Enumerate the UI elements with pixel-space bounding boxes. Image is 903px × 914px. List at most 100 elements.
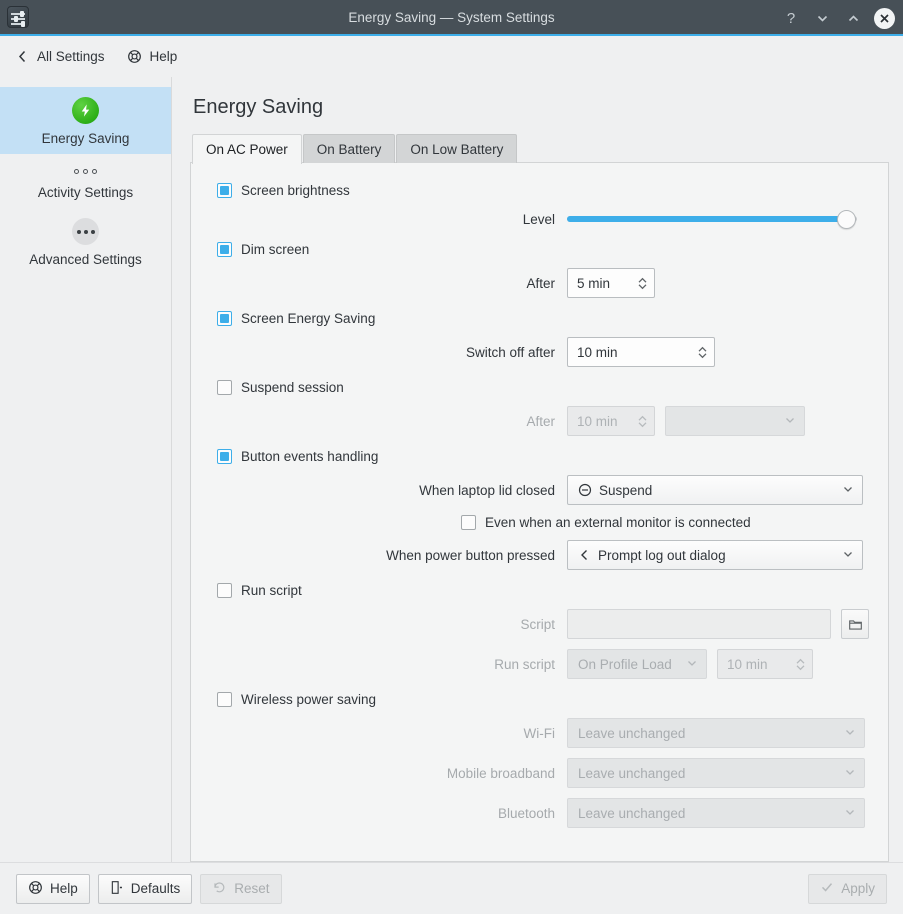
- document-revert-icon: [110, 880, 124, 898]
- system-settings-icon: [7, 6, 29, 28]
- all-settings-label: All Settings: [37, 49, 105, 64]
- reset-button: Reset: [200, 874, 281, 904]
- run-script-checkbox-row[interactable]: Run script: [205, 577, 872, 604]
- screen-brightness-label: Screen brightness: [241, 183, 350, 198]
- button-events-checkbox-row[interactable]: Button events handling: [205, 443, 872, 470]
- power-button-combobox[interactable]: Prompt log out dialog: [567, 540, 863, 570]
- chevron-down-icon: [842, 483, 854, 498]
- page-title: Energy Saving: [193, 96, 889, 119]
- brightness-slider[interactable]: [567, 209, 857, 229]
- wireless-checkbox-row[interactable]: Wireless power saving: [205, 686, 872, 713]
- laptop-lid-value: Suspend: [599, 483, 835, 498]
- help-icon[interactable]: ?: [781, 8, 801, 28]
- screen-brightness-checkbox[interactable]: [217, 183, 232, 198]
- dim-after-value: 5 min: [577, 276, 637, 291]
- wifi-row: Wi-Fi Leave unchanged: [205, 713, 872, 753]
- sidebar-item-label: Energy Saving: [42, 131, 130, 146]
- dim-screen-checkbox-row[interactable]: Dim screen: [205, 236, 872, 263]
- wifi-label: Wi-Fi: [205, 726, 557, 741]
- footer-button-bar: Help Defaults Reset Apply: [0, 862, 903, 914]
- run-script-checkbox[interactable]: [217, 583, 232, 598]
- spinner-arrows-icon: [795, 657, 806, 672]
- tab-bar: On AC Power On Battery On Low Battery: [190, 133, 889, 163]
- lifesaver-help-icon: [127, 49, 142, 64]
- toolbar-help-label: Help: [150, 49, 178, 64]
- wireless-power-saving-checkbox[interactable]: [217, 692, 232, 707]
- screen-energy-saving-checkbox[interactable]: [217, 311, 232, 326]
- mobile-broadband-value: Leave unchanged: [578, 766, 837, 781]
- group-wireless-power-saving: Wireless power saving Wi-Fi Leave unchan…: [205, 686, 872, 833]
- sidebar-item-label: Activity Settings: [38, 185, 133, 200]
- defaults-button[interactable]: Defaults: [98, 874, 193, 904]
- dim-screen-checkbox[interactable]: [217, 242, 232, 257]
- spinner-arrows-icon: [637, 414, 648, 429]
- spinner-arrows-icon[interactable]: [637, 276, 648, 291]
- chevron-left-icon: [578, 548, 591, 562]
- sidebar: Energy Saving Activity Settings Advanced…: [0, 77, 172, 862]
- tab-on-ac-power[interactable]: On AC Power: [192, 134, 302, 164]
- chevron-down-icon: [842, 548, 854, 563]
- slider-handle[interactable]: [837, 210, 856, 229]
- sidebar-item-energy-saving[interactable]: Energy Saving: [0, 87, 171, 154]
- bluetooth-combobox: Leave unchanged: [567, 798, 865, 828]
- suspend-circle-icon: [578, 483, 592, 497]
- external-monitor-checkbox[interactable]: [461, 515, 476, 530]
- sidebar-item-advanced-settings[interactable]: Advanced Settings: [0, 208, 171, 275]
- suspend-session-checkbox-row[interactable]: Suspend session: [205, 374, 872, 401]
- apply-button-label: Apply: [841, 881, 875, 896]
- folder-open-icon[interactable]: [841, 609, 869, 639]
- wifi-value: Leave unchanged: [578, 726, 837, 741]
- titlebar: Energy Saving — System Settings ?: [0, 0, 903, 36]
- window-controls: ?: [781, 0, 895, 36]
- suspend-after-row: After 10 min: [205, 401, 872, 441]
- all-settings-button[interactable]: All Settings: [16, 49, 105, 64]
- script-label: Script: [205, 617, 557, 632]
- switch-off-after-row: Switch off after 10 min: [205, 332, 872, 372]
- dim-after-label: After: [205, 276, 557, 291]
- system-settings-window: Energy Saving — System Settings ? All Se…: [0, 0, 903, 914]
- screen-energy-saving-label: Screen Energy Saving: [241, 311, 375, 326]
- laptop-lid-label: When laptop lid closed: [205, 483, 557, 498]
- three-dots-filled-icon: [72, 218, 99, 245]
- wifi-combobox: Leave unchanged: [567, 718, 865, 748]
- close-icon[interactable]: [874, 8, 895, 29]
- chevron-down-icon[interactable]: [812, 8, 832, 28]
- chevron-down-icon: [844, 806, 856, 821]
- button-events-checkbox[interactable]: [217, 449, 232, 464]
- help-button-label: Help: [50, 881, 78, 896]
- spinner-arrows-icon[interactable]: [697, 345, 708, 360]
- chevron-left-icon: [16, 49, 29, 64]
- toolbar: All Settings Help: [0, 36, 903, 77]
- laptop-lid-row: When laptop lid closed Suspend: [205, 470, 872, 510]
- power-button-label: When power button pressed: [205, 548, 557, 563]
- main-body: Energy Saving Activity Settings Advanced…: [0, 77, 903, 862]
- undo-arrow-icon: [212, 880, 227, 898]
- chevron-up-icon[interactable]: [843, 8, 863, 28]
- tab-on-battery[interactable]: On Battery: [303, 134, 396, 163]
- help-button[interactable]: Help: [16, 874, 90, 904]
- screen-energy-saving-checkbox-row[interactable]: Screen Energy Saving: [205, 305, 872, 332]
- sidebar-item-label: Advanced Settings: [29, 252, 142, 267]
- lifesaver-help-icon: [28, 880, 43, 898]
- defaults-button-label: Defaults: [131, 881, 181, 896]
- tab-on-low-battery[interactable]: On Low Battery: [396, 134, 517, 163]
- group-screen-brightness: Screen brightness Level: [205, 177, 872, 234]
- suspend-action-combobox: [665, 406, 805, 436]
- power-button-value: Prompt log out dialog: [598, 548, 835, 563]
- external-monitor-row[interactable]: Even when an external monitor is connect…: [205, 510, 872, 535]
- mobile-broadband-row: Mobile broadband Leave unchanged: [205, 753, 872, 793]
- run-script-delay-value: 10 min: [727, 657, 795, 672]
- run-script-delay-spinbox: 10 min: [717, 649, 813, 679]
- group-run-script: Run script Script Run script: [205, 577, 872, 684]
- level-label: Level: [205, 212, 557, 227]
- dim-after-spinbox[interactable]: 5 min: [567, 268, 655, 298]
- screen-brightness-checkbox-row[interactable]: Screen brightness: [205, 177, 872, 204]
- switch-off-after-spinbox[interactable]: 10 min: [567, 337, 715, 367]
- suspend-session-checkbox[interactable]: [217, 380, 232, 395]
- suspend-session-label: Suspend session: [241, 380, 344, 395]
- laptop-lid-combobox[interactable]: Suspend: [567, 475, 863, 505]
- bluetooth-value: Leave unchanged: [578, 806, 837, 821]
- sidebar-item-activity-settings[interactable]: Activity Settings: [0, 154, 171, 208]
- suspend-after-value: 10 min: [577, 414, 637, 429]
- toolbar-help-button[interactable]: Help: [127, 49, 178, 64]
